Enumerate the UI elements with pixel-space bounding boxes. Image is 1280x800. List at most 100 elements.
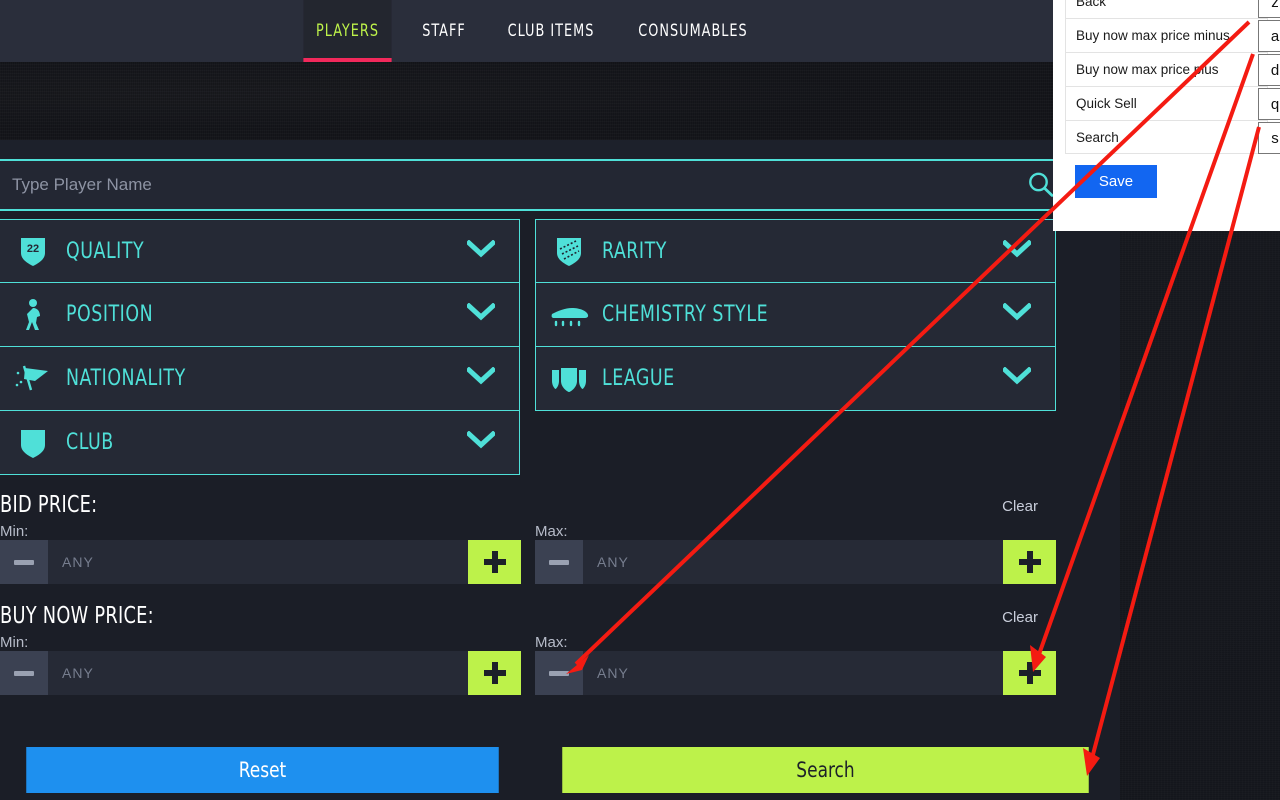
bid-price-max-stepper: ANY [535, 540, 1056, 584]
bid-price-max-label: Max: [535, 523, 568, 540]
reset-button[interactable]: Reset [26, 747, 499, 793]
filter-row-club[interactable]: CLUB [0, 411, 520, 475]
buy-now-price-title: BUY NOW PRICE: [0, 603, 154, 629]
filter-column-right: RARITY CHEMISTRY STYLE LEAGUE [535, 219, 1056, 411]
tab-players[interactable]: PLAYERS [303, 0, 392, 62]
buy-now-min-plus-button[interactable] [468, 651, 521, 695]
buy-now-max-plus-button[interactable] [1003, 651, 1056, 695]
filter-row-nationality[interactable]: NATIONALITY [0, 347, 520, 411]
shield-22-icon: 22 [0, 235, 66, 267]
shortcut-key-back[interactable]: z [1258, 0, 1280, 18]
league-icon [536, 364, 602, 394]
buy-now-price-max-label: Max: [535, 634, 568, 651]
bid-min-plus-button[interactable] [468, 540, 521, 584]
tab-club-items[interactable]: CLUB ITEMS [501, 0, 600, 62]
minus-icon [14, 559, 34, 565]
buy-now-price-clear-button[interactable]: Clear [1002, 609, 1038, 626]
chevron-down-icon[interactable] [1001, 302, 1033, 326]
screen: PLAYERS STAFF CLUB ITEMS CONSUMABLES Typ… [0, 0, 1280, 800]
buy-now-min-input[interactable]: ANY [48, 651, 468, 695]
bid-price-min-stepper: ANY [0, 540, 521, 584]
filter-label-quality: QUALITY [66, 238, 145, 264]
filter-column-left: 22 QUALITY POSITION NATIONALITY CLUB [0, 219, 520, 475]
boot-icon [536, 302, 602, 328]
tab-club-items-label: CLUB ITEMS [507, 21, 595, 41]
shortcut-name-buy-now-max-price-minus: Buy now max price minus [1076, 28, 1230, 43]
player-name-search-row[interactable]: Type Player Name [0, 159, 1120, 211]
buy-now-max-placeholder: ANY [597, 665, 629, 681]
player-silhouette-icon [0, 298, 66, 332]
shield-icon [0, 427, 66, 459]
search-button-label: Search [796, 758, 855, 782]
buy-now-price-section: BUY NOW PRICE: Clear Min: Max: ANY ANY [0, 603, 1120, 703]
transfer-search-panel: PLAYERS STAFF CLUB ITEMS CONSUMABLES Typ… [0, 0, 1120, 800]
shortcut-name-quick-sell: Quick Sell [1076, 96, 1137, 111]
search-button[interactable]: Search [562, 747, 1089, 793]
filter-row-chemistry-style[interactable]: CHEMISTRY STYLE [535, 283, 1056, 347]
filter-row-quality[interactable]: 22 QUALITY [0, 219, 520, 283]
filter-label-position: POSITION [66, 302, 154, 327]
shortcut-name-back: Back [1076, 0, 1107, 9]
hero-fade [0, 140, 1120, 159]
shortcut-name-search: Search [1076, 129, 1119, 145]
buy-now-max-input[interactable]: ANY [583, 651, 1003, 695]
save-button-label: Save [1098, 173, 1134, 190]
minus-icon [549, 559, 569, 565]
chevron-down-icon[interactable] [465, 302, 497, 326]
shortcut-name-buy-now-max-price-plus: Buy now max price plus [1076, 62, 1219, 77]
shortcut-row-quick-sell[interactable]: Quick Sell q [1065, 86, 1280, 120]
filter-row-rarity[interactable]: RARITY [535, 219, 1056, 283]
buy-now-max-minus-button[interactable] [535, 651, 583, 695]
chevron-down-icon[interactable] [465, 366, 497, 390]
bid-min-input[interactable]: ANY [48, 540, 468, 584]
filter-label-rarity: RARITY [602, 238, 667, 264]
search-icon[interactable] [1026, 170, 1056, 200]
chevron-down-icon[interactable] [465, 238, 497, 263]
shortcut-row-back[interactable]: Back z [1065, 0, 1280, 18]
filter-label-league: LEAGUE [602, 366, 675, 391]
save-button[interactable]: Save [1075, 165, 1157, 198]
buy-now-price-min-label: Min: [0, 634, 29, 651]
category-tabbar: PLAYERS STAFF CLUB ITEMS CONSUMABLES [0, 0, 1120, 62]
buy-now-max-stepper: ANY [535, 651, 1056, 695]
shortcut-key-search[interactable]: s [1258, 122, 1280, 154]
flag-icon [0, 364, 66, 394]
bid-max-minus-button[interactable] [535, 540, 583, 584]
chevron-down-icon[interactable] [1001, 366, 1033, 390]
filter-row-position[interactable]: POSITION [0, 283, 520, 347]
search-input-placeholder: Type Player Name [12, 175, 152, 194]
tab-consumables[interactable]: CONSUMABLES [632, 0, 755, 62]
minus-icon [549, 670, 569, 676]
tab-players-label: PLAYERS [315, 21, 379, 41]
bid-max-placeholder: ANY [597, 554, 629, 570]
hero-texture-strip [0, 62, 1120, 140]
shortcut-row-buy-now-max-price-minus[interactable]: Buy now max price minus a [1065, 18, 1280, 52]
bid-price-clear-button[interactable]: Clear [1002, 498, 1038, 515]
bid-price-section: BID PRICE: Clear Min: Max: ANY ANY [0, 492, 1120, 592]
action-bar: Reset Search [0, 747, 1120, 793]
bid-max-input[interactable]: ANY [583, 540, 1003, 584]
bid-min-placeholder: ANY [62, 554, 94, 570]
shortcut-row-buy-now-max-price-plus[interactable]: Buy now max price plus d [1065, 52, 1280, 86]
buy-now-min-stepper: ANY [0, 651, 521, 695]
shortcut-row-search[interactable]: Search s [1065, 120, 1280, 154]
bid-price-min-label: Min: [0, 523, 29, 540]
bid-max-plus-button[interactable] [1003, 540, 1056, 584]
buy-now-min-minus-button[interactable] [0, 651, 48, 695]
bid-price-title: BID PRICE: [0, 492, 98, 518]
tab-consumables-label: CONSUMABLES [638, 21, 748, 41]
bid-min-minus-button[interactable] [0, 540, 48, 584]
tab-staff[interactable]: STAFF [414, 0, 474, 62]
rarity-shield-icon [536, 235, 602, 267]
chevron-down-icon[interactable] [465, 430, 497, 454]
shortcut-key-buy-now-max-price-plus[interactable]: d [1258, 54, 1280, 86]
chevron-down-icon[interactable] [1001, 238, 1033, 263]
shortcut-key-buy-now-max-price-minus[interactable]: a [1258, 20, 1280, 52]
minus-icon [14, 670, 34, 676]
filter-row-league[interactable]: LEAGUE [535, 347, 1056, 411]
svg-text:22: 22 [27, 243, 39, 255]
tab-staff-label: STAFF [422, 21, 466, 41]
filter-label-club: CLUB [66, 430, 114, 455]
buy-now-min-placeholder: ANY [62, 665, 94, 681]
shortcut-key-quick-sell[interactable]: q [1258, 88, 1280, 120]
